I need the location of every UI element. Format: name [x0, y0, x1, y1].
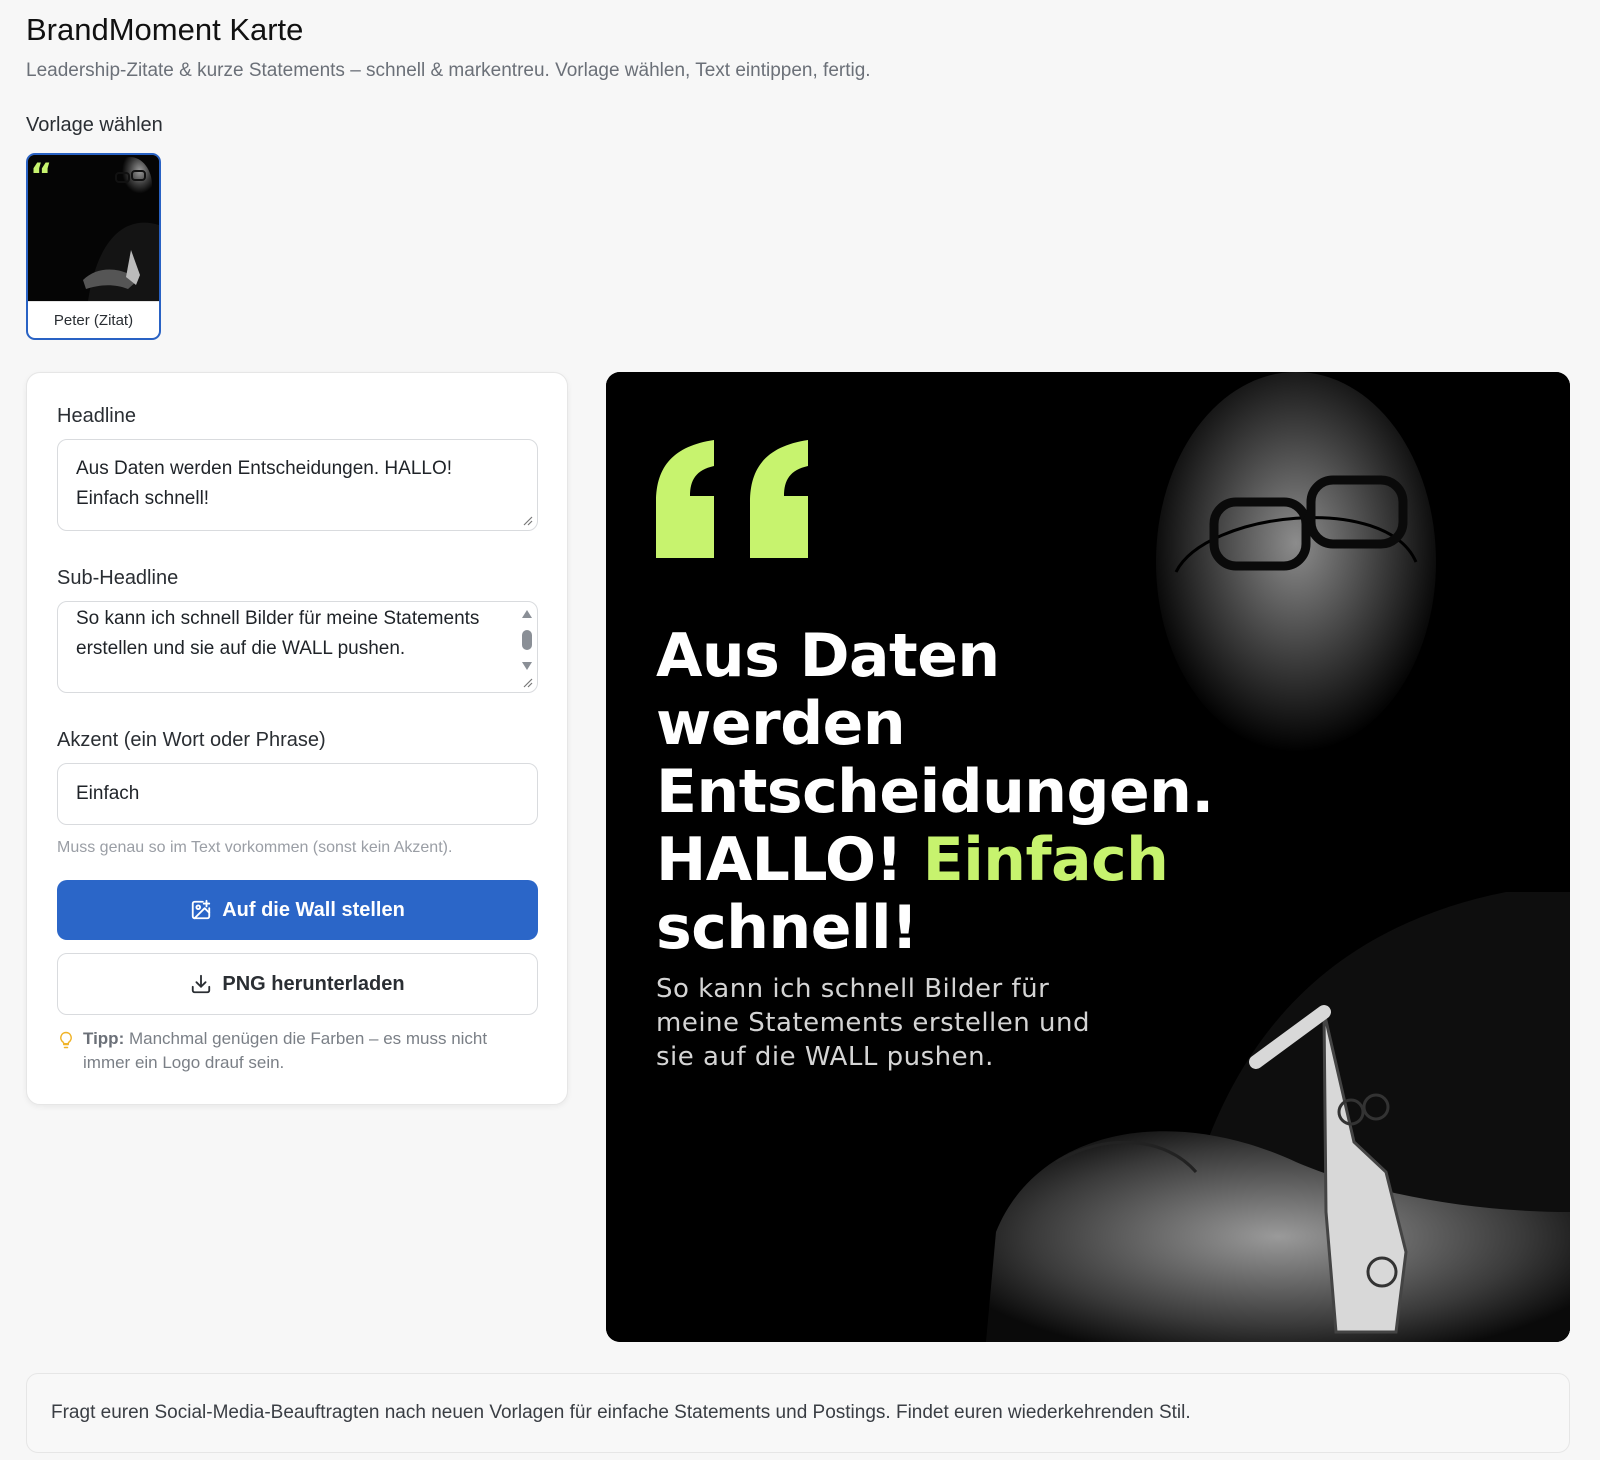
footer-note-text: Fragt euren Social-Media-Beauftragten na…	[51, 1402, 1191, 1423]
scrollbar-thumb[interactable]	[522, 630, 532, 650]
download-png-label: PNG herunterladen	[222, 972, 405, 995]
accent-hint: Muss genau so im Text vorkommen (sonst k…	[57, 839, 453, 856]
template-name: Peter (Zitat)	[28, 301, 159, 338]
tip-text-block: Tipp: Manchmal genügen die Farben – es m…	[83, 1027, 537, 1075]
card-headline: Aus Daten werden Entscheidungen. HALLO! …	[656, 622, 1216, 962]
tip-label: Tipp:	[83, 1029, 125, 1048]
lightbulb-icon	[60, 1031, 72, 1049]
card-subheadline: So kann ich schnell Bilder für meine Sta…	[656, 974, 1090, 1072]
card-preview: Aus Daten werden Entscheidungen. HALLO! …	[606, 372, 1570, 1342]
app-title: BrandMoment Karte	[26, 12, 304, 47]
tip-text: Manchmal genügen die Farben – es muss ni…	[83, 1029, 488, 1072]
tip-box: Tipp: Manchmal genügen die Farben – es m…	[57, 1027, 537, 1075]
image-plus-icon	[192, 899, 211, 920]
subheadline-label: Sub-Headline	[57, 567, 179, 589]
resize-handle-icon[interactable]	[523, 516, 533, 526]
app-subtitle: Leadership-Zitate & kurze Statements – s…	[26, 60, 871, 81]
template-card-peter[interactable]: “ Peter (Zitat)	[26, 153, 161, 340]
editor-panel: Headline Aus Daten werden Entscheidungen…	[26, 372, 568, 1105]
download-icon	[192, 974, 211, 994]
textarea-scrollbar[interactable]	[521, 608, 533, 680]
resize-handle-icon[interactable]	[523, 678, 533, 688]
download-png-button[interactable]: PNG herunterladen	[57, 953, 538, 1015]
quote-icon	[656, 440, 808, 558]
footer-note: Fragt euren Social-Media-Beauftragten na…	[26, 1373, 1570, 1453]
card-headline-accent: Einfach	[922, 825, 1169, 895]
scroll-down-icon[interactable]	[522, 662, 532, 670]
card-headline-text-end: schnell!	[656, 893, 918, 963]
svg-text:“: “	[30, 156, 52, 196]
post-to-wall-button[interactable]: Auf die Wall stellen	[57, 880, 538, 940]
template-thumbnail-image: “	[28, 155, 159, 301]
post-to-wall-label: Auf die Wall stellen	[222, 898, 405, 921]
accent-label: Akzent (ein Wort oder Phrase)	[57, 729, 326, 751]
headline-label: Headline	[57, 405, 136, 427]
headline-textarea-value: Aus Daten werden Entscheidungen. HALLO! …	[76, 458, 453, 509]
subheadline-textarea[interactable]: So kann ich schnell Bilder für meine Sta…	[57, 601, 538, 693]
subheadline-textarea-value: So kann ich schnell Bilder für meine Sta…	[76, 608, 480, 659]
template-section-label: Vorlage wählen	[26, 114, 163, 136]
scroll-up-icon[interactable]	[522, 610, 532, 618]
headline-textarea[interactable]: Aus Daten werden Entscheidungen. HALLO! …	[57, 439, 538, 531]
accent-input[interactable]: Einfach	[57, 763, 538, 825]
template-thumbnail: “	[28, 155, 159, 301]
